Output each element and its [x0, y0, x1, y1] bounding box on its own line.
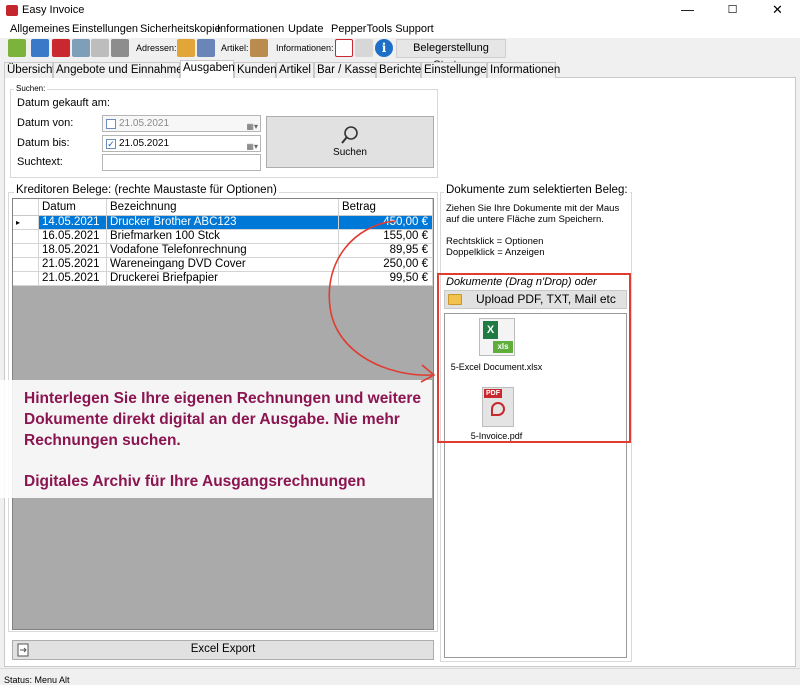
informationen-label: Informationen: — [276, 43, 334, 53]
tab-kunden[interactable]: Kunden — [234, 62, 277, 78]
cell-datum: 21.05.2021 — [39, 258, 107, 271]
search-group-label: Suchen: — [14, 84, 48, 93]
print-icon[interactable] — [111, 39, 129, 57]
promo-line: Rechnungen suchen. — [24, 432, 181, 449]
tab-artikel[interactable]: Artikel — [276, 62, 314, 78]
kreditoren-group-label: Kreditoren Belege: (rechte Maustaste für… — [14, 184, 279, 196]
datum-von-field[interactable]: 21.05.2021 ▦▾ — [102, 115, 261, 132]
tab-uebersicht[interactable]: Übersicht — [4, 62, 56, 78]
menu-allgemeines[interactable]: Allgemeines — [10, 23, 70, 35]
datum-von-value: 21.05.2021 — [119, 118, 170, 129]
toolbar: Adressen: Artikel: Informationen: i Bele… — [0, 38, 800, 71]
promo-line: Hinterlegen Sie Ihre eigenen Rechnungen … — [24, 390, 422, 407]
belegerstellung-starten-button[interactable]: Belegerstellung Starten — [396, 39, 506, 71]
hint-line: Ziehen Sie Ihre Dokumente mit der Maus — [446, 203, 620, 214]
adressen-label: Adressen: — [136, 43, 177, 53]
grid-header: Datum Bezeichnung Betrag — [13, 199, 433, 216]
documents-group-label: Dokumente zum selektierten Beleg: — [444, 184, 630, 196]
row-selector — [13, 272, 39, 285]
suchtext-input[interactable] — [102, 154, 261, 171]
paper-icon[interactable] — [91, 39, 109, 57]
cell-datum: 14.05.2021 — [39, 216, 107, 229]
row-selector — [13, 244, 39, 257]
tab-ausgaben[interactable]: Ausgaben — [180, 60, 235, 78]
hint-line: Rechtsklick = Optionen — [446, 236, 544, 247]
minimize-button[interactable]: — — [665, 0, 710, 22]
promo-banner: Hinterlegen Sie Ihre eigenen Rechnungen … — [0, 380, 432, 498]
datum-bis-label: Datum bis: — [17, 137, 70, 149]
menu-sicherheitskopie[interactable]: Sicherheitskopie — [140, 23, 221, 35]
hint-line: auf die untere Fläche zum Speichern. — [446, 214, 604, 225]
documents-hint: Ziehen Sie Ihre Dokumente mit der Maus a… — [446, 203, 619, 258]
promo-line: Dokumente direkt digital an der Ausgabe.… — [24, 411, 400, 428]
home-icon[interactable] — [31, 39, 49, 57]
tab-einstellungen[interactable]: Einstellungen — [421, 62, 493, 78]
hint-line: Doppelklick = Anzeigen — [446, 247, 545, 258]
calendar-dropdown-icon[interactable]: ▦▾ — [246, 139, 258, 154]
exit-icon[interactable] — [8, 39, 26, 57]
datum-von-checkbox[interactable] — [106, 119, 116, 129]
menu-bar: Allgemeines Einstellungen Sicherheitskop… — [0, 22, 800, 38]
info-icon[interactable]: i — [375, 39, 393, 57]
suchen-button[interactable]: Suchen — [266, 116, 434, 168]
settings-icon[interactable] — [72, 39, 90, 57]
status-text: Status: Menu Alt — [4, 675, 70, 685]
menu-informationen[interactable]: Informationen — [217, 23, 284, 35]
tab-berichte[interactable]: Berichte — [376, 62, 421, 78]
excel-export-button[interactable]: Excel Export — [12, 640, 434, 660]
pdf-icon[interactable] — [335, 39, 353, 57]
suchtext-label: Suchtext: — [17, 156, 63, 168]
menu-update[interactable]: Update — [288, 23, 323, 35]
status-bar: Status: Menu Alt — [0, 668, 800, 685]
menu-einstellungen[interactable]: Einstellungen — [72, 23, 138, 35]
excel-export-label: Excel Export — [190, 643, 256, 655]
document-icon[interactable] — [52, 39, 70, 57]
row-header-corner — [13, 199, 39, 215]
column-header-datum[interactable]: Datum — [39, 199, 107, 215]
menu-peppertools-support[interactable]: PepperTools Support — [331, 23, 434, 35]
contacts-icon[interactable] — [197, 39, 215, 57]
app-icon — [6, 5, 18, 16]
maximize-button[interactable]: ☐ — [710, 0, 755, 22]
datum-bis-value: 21.05.2021 — [119, 138, 170, 149]
row-selector-arrow-icon: ▸ — [13, 216, 39, 229]
highlight-frame — [437, 273, 631, 443]
suchen-label: Suchen — [333, 147, 367, 158]
magnifier-icon — [341, 126, 358, 144]
cell-datum: 21.05.2021 — [39, 272, 107, 285]
row-selector — [13, 230, 39, 243]
address-book-icon[interactable] — [177, 39, 195, 57]
row-selector — [13, 258, 39, 271]
window-title: Easy Invoice — [22, 4, 85, 16]
title-bar: Easy Invoice — ☐ ✕ — [0, 0, 800, 22]
tab-angebote-und-einnahmen[interactable]: Angebote und Einnahmen — [53, 62, 189, 78]
cell-datum: 16.05.2021 — [39, 230, 107, 243]
datum-von-label: Datum von: — [17, 117, 74, 129]
box-icon[interactable] — [250, 39, 268, 57]
tab-informationen[interactable]: Informationen — [487, 62, 560, 78]
column-header-betrag[interactable]: Betrag — [339, 199, 433, 215]
datum-bis-field[interactable]: ✓ 21.05.2021 ▦▾ — [102, 135, 261, 152]
datum-gekauft-am-label: Datum gekauft am: — [17, 97, 110, 109]
close-button[interactable]: ✕ — [755, 0, 800, 22]
calendar-dropdown-icon[interactable]: ▦▾ — [246, 119, 258, 134]
cell-datum: 18.05.2021 — [39, 244, 107, 257]
promo-line: Digitales Archiv für Ihre Ausgangsrechnu… — [24, 473, 366, 490]
datum-bis-checkbox[interactable]: ✓ — [106, 139, 116, 149]
tab-bar-kasse[interactable]: Bar / Kasse — [314, 62, 376, 78]
annotation-arrow-icon — [328, 220, 436, 383]
tools-icon[interactable] — [355, 39, 373, 57]
artikel-label: Artikel: — [221, 43, 249, 53]
column-header-bezeichnung[interactable]: Bezeichnung — [107, 199, 339, 215]
